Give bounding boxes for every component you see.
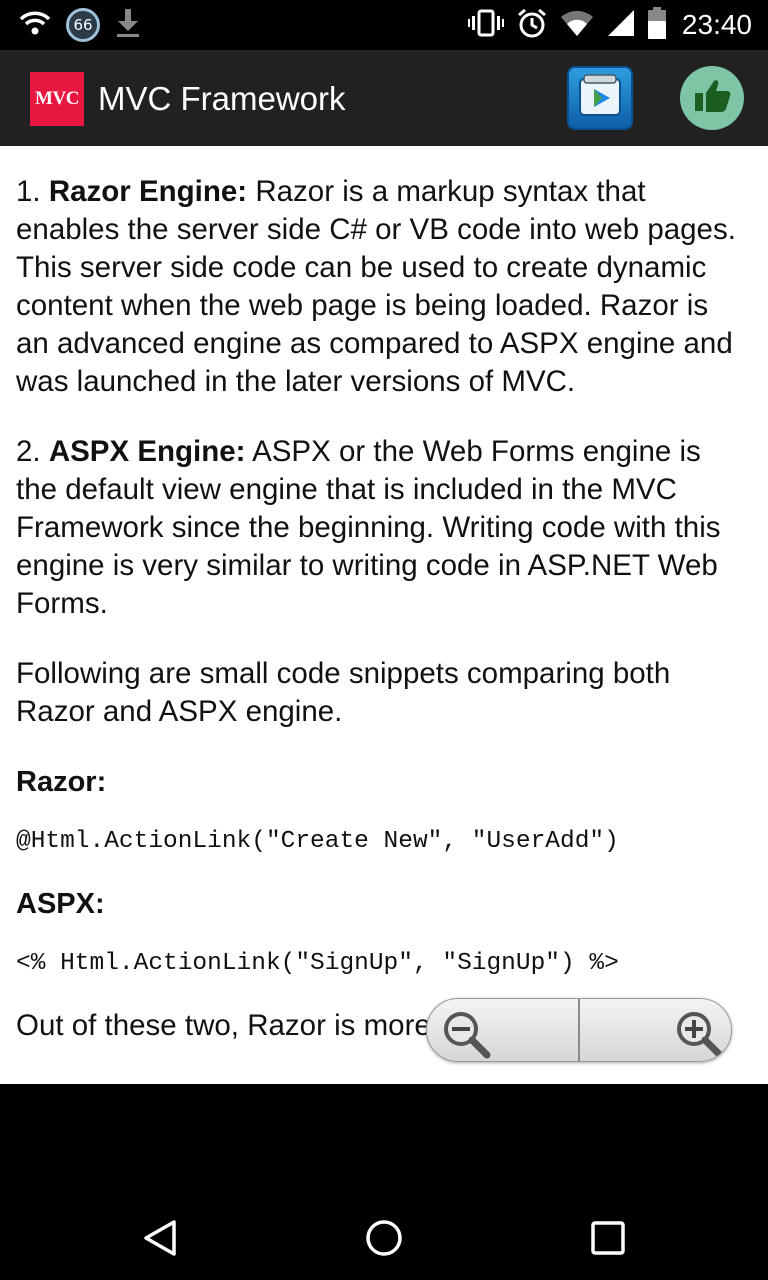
vibrate-icon bbox=[467, 9, 504, 42]
status-bar: 66 23:40 bbox=[0, 0, 768, 50]
play-store-button[interactable] bbox=[567, 66, 633, 130]
like-button[interactable] bbox=[680, 66, 744, 130]
alarm-icon bbox=[516, 7, 548, 44]
term-aspx-engine: ASPX Engine: bbox=[48, 435, 246, 468]
play-store-icon bbox=[576, 73, 624, 124]
zoom-control bbox=[426, 998, 732, 1062]
paragraph-aspx-engine: 2. ASPX Engine: ASPX or the Web Forms en… bbox=[16, 433, 746, 623]
paragraph-text: Razor is a markup syntax that enables th… bbox=[16, 175, 736, 398]
wifi-signal-icon bbox=[560, 9, 594, 42]
razor-heading: Razor: bbox=[16, 766, 107, 798]
notification-badge: 66 bbox=[66, 8, 100, 42]
paragraph-razor-engine: 1. Razor Engine: Razor is a markup synta… bbox=[16, 173, 746, 401]
zoom-in-icon bbox=[674, 1009, 728, 1061]
recents-button[interactable] bbox=[568, 1200, 648, 1280]
zoom-out-button[interactable] bbox=[427, 999, 578, 1061]
back-button[interactable] bbox=[120, 1200, 200, 1280]
battery-icon bbox=[647, 6, 666, 44]
download-icon bbox=[114, 7, 142, 44]
app-logo: MVC bbox=[30, 72, 84, 126]
app-title: MVC Framework bbox=[98, 80, 346, 117]
paragraph-number: 1. bbox=[16, 175, 49, 208]
zoom-out-icon bbox=[441, 1009, 495, 1061]
clock: 23:40 bbox=[681, 9, 752, 40]
article: 1. Razor Engine: Razor is a markup synta… bbox=[16, 173, 746, 1077]
paragraph-number: 2. bbox=[16, 435, 49, 468]
aspx-code-snippet: <% Html.ActionLink("SignUp", "SignUp") %… bbox=[16, 950, 619, 977]
aspx-heading: ASPX: bbox=[16, 888, 105, 920]
home-button[interactable] bbox=[344, 1200, 424, 1280]
term-razor-engine: Razor Engine: bbox=[48, 175, 248, 208]
navigation-bar bbox=[0, 1084, 768, 1280]
razor-code-snippet: @Html.ActionLink("Create New", "UserAdd"… bbox=[16, 828, 619, 855]
home-icon bbox=[364, 1218, 404, 1263]
content-area[interactable]: 1. Razor Engine: Razor is a markup synta… bbox=[0, 146, 768, 1084]
paragraph-comparison-intro: Following are small code snippets compar… bbox=[16, 657, 671, 728]
cell-signal-icon bbox=[606, 8, 636, 43]
thumbs-up-icon bbox=[692, 77, 732, 120]
wifi-icon bbox=[18, 10, 52, 41]
zoom-in-button[interactable] bbox=[580, 999, 731, 1061]
app-bar: MVC MVC Framework bbox=[0, 50, 768, 146]
back-icon bbox=[140, 1218, 180, 1263]
recents-icon bbox=[588, 1218, 628, 1263]
